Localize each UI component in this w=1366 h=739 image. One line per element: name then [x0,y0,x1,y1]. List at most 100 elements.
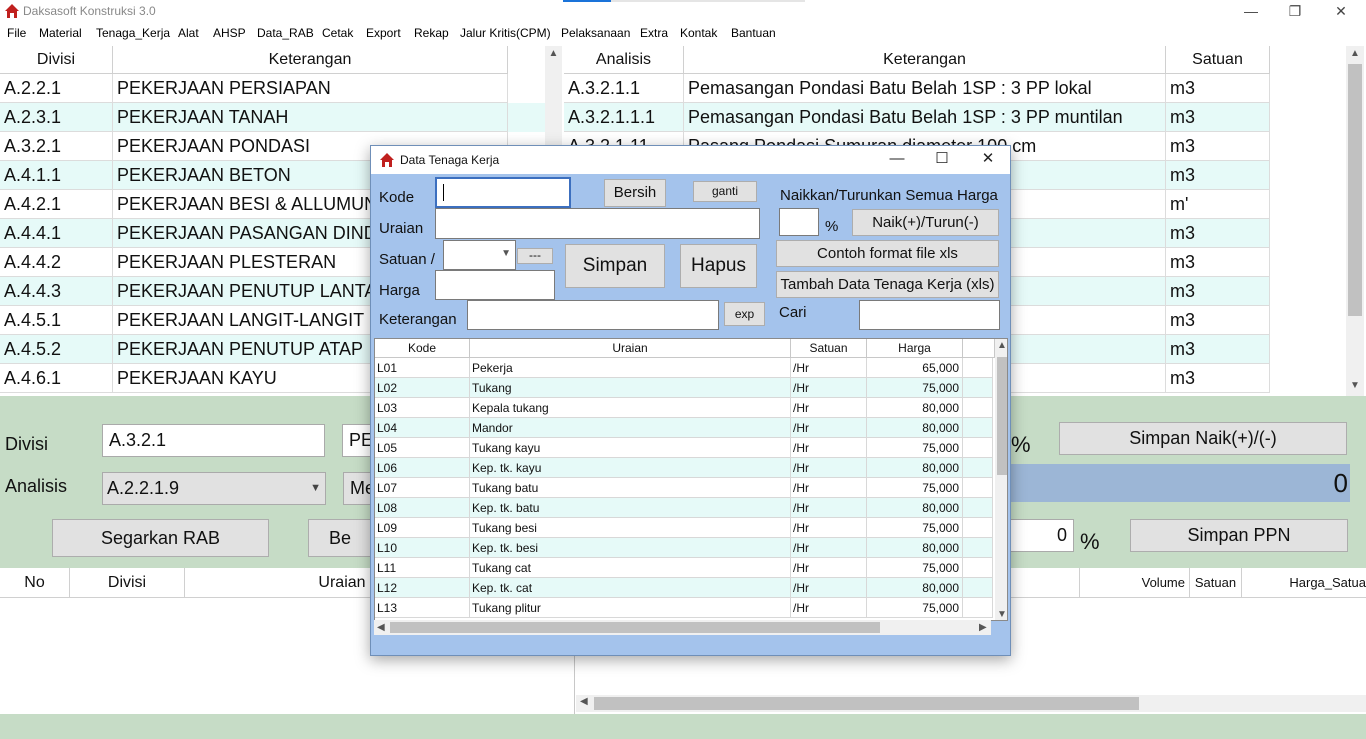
analisis-row[interactable]: A.3.2.1.1 Pemasangan Pondasi Batu Belah 1… [564,74,1270,103]
scroll-thumb[interactable] [594,697,1139,710]
menu-ahsp[interactable]: AHSP [213,26,246,40]
tambah-data-button[interactable]: Tambah Data Tenaga Kerja (xls) [776,271,999,298]
analisis-row[interactable]: A.3.2.1.1.1 Pemasangan Pondasi Batu Belah… [564,103,1270,132]
analisis-select[interactable]: A.2.2.1.9 ▼ [102,472,326,505]
menu-extra[interactable]: Extra [640,26,668,40]
chevron-down-icon[interactable]: ▼ [997,609,1007,620]
header-divisi-bottom[interactable]: Divisi [70,568,185,598]
satuan-extra-button[interactable]: --- [517,248,553,264]
chevron-up-icon[interactable]: ▲ [1346,46,1364,62]
table-row[interactable]: L03 Kepala tukang/Hr 80,000 [375,398,993,418]
dialog-title-bar: Data Tenaga Kerja — ☐ ✕ [371,146,1010,174]
table-vscroll[interactable]: ▲ ▼ [995,339,1007,620]
spacer-cell [963,478,993,498]
scroll-thumb[interactable] [997,357,1007,475]
segarkan-rab-button[interactable]: Segarkan RAB [52,519,269,557]
menu-pelaksanaan[interactable]: Pelaksanaan [561,26,630,40]
chevron-left-icon[interactable]: ◀ [580,696,588,707]
close-button[interactable]: ✕ [1318,0,1364,24]
exp-button[interactable]: exp [724,302,765,326]
dialog-minimize-button[interactable]: — [877,148,917,170]
simpan-button[interactable]: Simpan [565,244,665,288]
dialog-maximize-button[interactable]: ☐ [922,148,962,170]
menu-cetak[interactable]: Cetak [322,26,353,40]
chevron-right-icon[interactable]: ▶ [979,620,987,635]
header-no[interactable]: No [0,568,70,598]
header-keterangan[interactable]: Keterangan [113,46,508,74]
analisis-vscroll[interactable]: ▲ ▼ [1346,46,1364,396]
naik-turun-button[interactable]: Naik(+)/Turun(-) [852,209,999,236]
simpan-naik-button[interactable]: Simpan Naik(+)/(-) [1059,422,1347,455]
table-row[interactable]: L07 Tukang batu/Hr 75,000 [375,478,993,498]
table-row[interactable]: L11 Tukang cat/Hr 75,000 [375,558,993,578]
table-header-harga[interactable]: Harga [867,339,963,358]
hapus-button[interactable]: Hapus [680,244,757,288]
chevron-down-icon[interactable]: ▼ [501,248,511,259]
table-row[interactable]: L12 Kep. tk. cat/Hr 80,000 [375,578,993,598]
chevron-up-icon[interactable]: ▲ [997,340,1007,351]
table-row[interactable]: L02 Tukang/Hr 75,000 [375,378,993,398]
menu-alat[interactable]: Alat [178,26,199,40]
table-hscroll[interactable]: ◀ ▶ [374,620,991,635]
menu-data-rab[interactable]: Data_RAB [257,26,314,40]
divisi-code-cell: A.4.6.1 [0,364,113,393]
divisi-field[interactable]: A.3.2.1 [102,424,325,457]
header-volume[interactable]: Volume [1080,568,1190,598]
header-satuan-bottom[interactable]: Satuan [1190,568,1242,598]
menu-file[interactable]: File [7,26,26,40]
scroll-thumb[interactable] [390,622,880,633]
harga-input[interactable] [435,270,555,300]
scroll-thumb[interactable] [1348,64,1362,316]
be-button[interactable]: Be [308,519,372,557]
menu-tenaga-kerja[interactable]: Tenaga_Kerja [96,26,170,40]
chevron-down-icon[interactable]: ▼ [310,473,321,503]
kode-input[interactable] [435,177,571,208]
menu-material[interactable]: Material [39,26,82,40]
chevron-left-icon[interactable]: ◀ [377,620,385,635]
table-row[interactable]: L05 Tukang kayu/Hr 75,000 [375,438,993,458]
table-row[interactable]: L13 Tukang plitur/Hr 75,000 [375,598,993,618]
minimize-button[interactable]: — [1228,0,1274,24]
table-header-satuan[interactable]: Satuan [791,339,867,358]
menu-kontak[interactable]: Kontak [680,26,717,40]
header-keterangan-analisis[interactable]: Keterangan [684,46,1166,74]
table-header-kode[interactable]: Kode [375,339,470,358]
table-header-uraian[interactable]: Uraian [470,339,791,358]
header-harga-satuan[interactable]: Harga_Satua [1242,568,1366,598]
dialog-close-button[interactable]: ✕ [968,148,1008,170]
ppn-field[interactable]: 0 [1010,519,1074,552]
analisis-label: Analisis [5,476,68,496]
contoh-format-button[interactable]: Contoh format file xls [776,240,999,267]
divisi-row[interactable]: A.2.2.1 PEKERJAAN PERSIAPAN [0,74,545,103]
spacer-cell [963,558,993,578]
menu-bantuan[interactable]: Bantuan [731,26,776,40]
uraian-input[interactable] [435,208,760,239]
table-row[interactable]: L06 Kep. tk. kayu/Hr 80,000 [375,458,993,478]
satuan-select[interactable]: ▼ [443,240,516,270]
menu-rekap[interactable]: Rekap [414,26,449,40]
bersih-button[interactable]: Bersih [604,179,666,207]
satuan-cell: /Hr [791,378,867,398]
simpan-ppn-button[interactable]: Simpan PPN [1130,519,1348,552]
table-row[interactable]: L10 Kep. tk. besi/Hr 80,000 [375,538,993,558]
ganti-button[interactable]: ganti [693,181,757,202]
analisis-satuan-cell: m3 [1166,132,1270,161]
table-row[interactable]: L04 Mandor/Hr 80,000 [375,418,993,438]
rab-hscroll[interactable]: ◀ [576,695,1366,712]
menu-export[interactable]: Export [366,26,401,40]
keterangan-input[interactable] [467,300,719,330]
table-row[interactable]: L09 Tukang besi/Hr 75,000 [375,518,993,538]
header-analisis[interactable]: Analisis [564,46,684,74]
table-row[interactable]: L08 Kep. tk. batu/Hr 80,000 [375,498,993,518]
divisi-row[interactable]: A.2.3.1 PEKERJAAN TANAH [0,103,545,132]
percent-sign-dialog: % [825,218,839,235]
chevron-down-icon[interactable]: ▼ [1346,378,1364,394]
maximize-button[interactable]: ❐ [1272,0,1318,24]
header-satuan[interactable]: Satuan [1166,46,1270,74]
header-divisi[interactable]: Divisi [0,46,113,74]
table-row[interactable]: L01 Pekerja/Hr 65,000 [375,358,993,378]
cari-input[interactable] [859,300,1000,330]
percent-input[interactable] [779,208,819,236]
menu-jalur-kritis[interactable]: Jalur Kritis(CPM) [460,26,551,40]
chevron-up-icon[interactable]: ▲ [545,46,562,62]
